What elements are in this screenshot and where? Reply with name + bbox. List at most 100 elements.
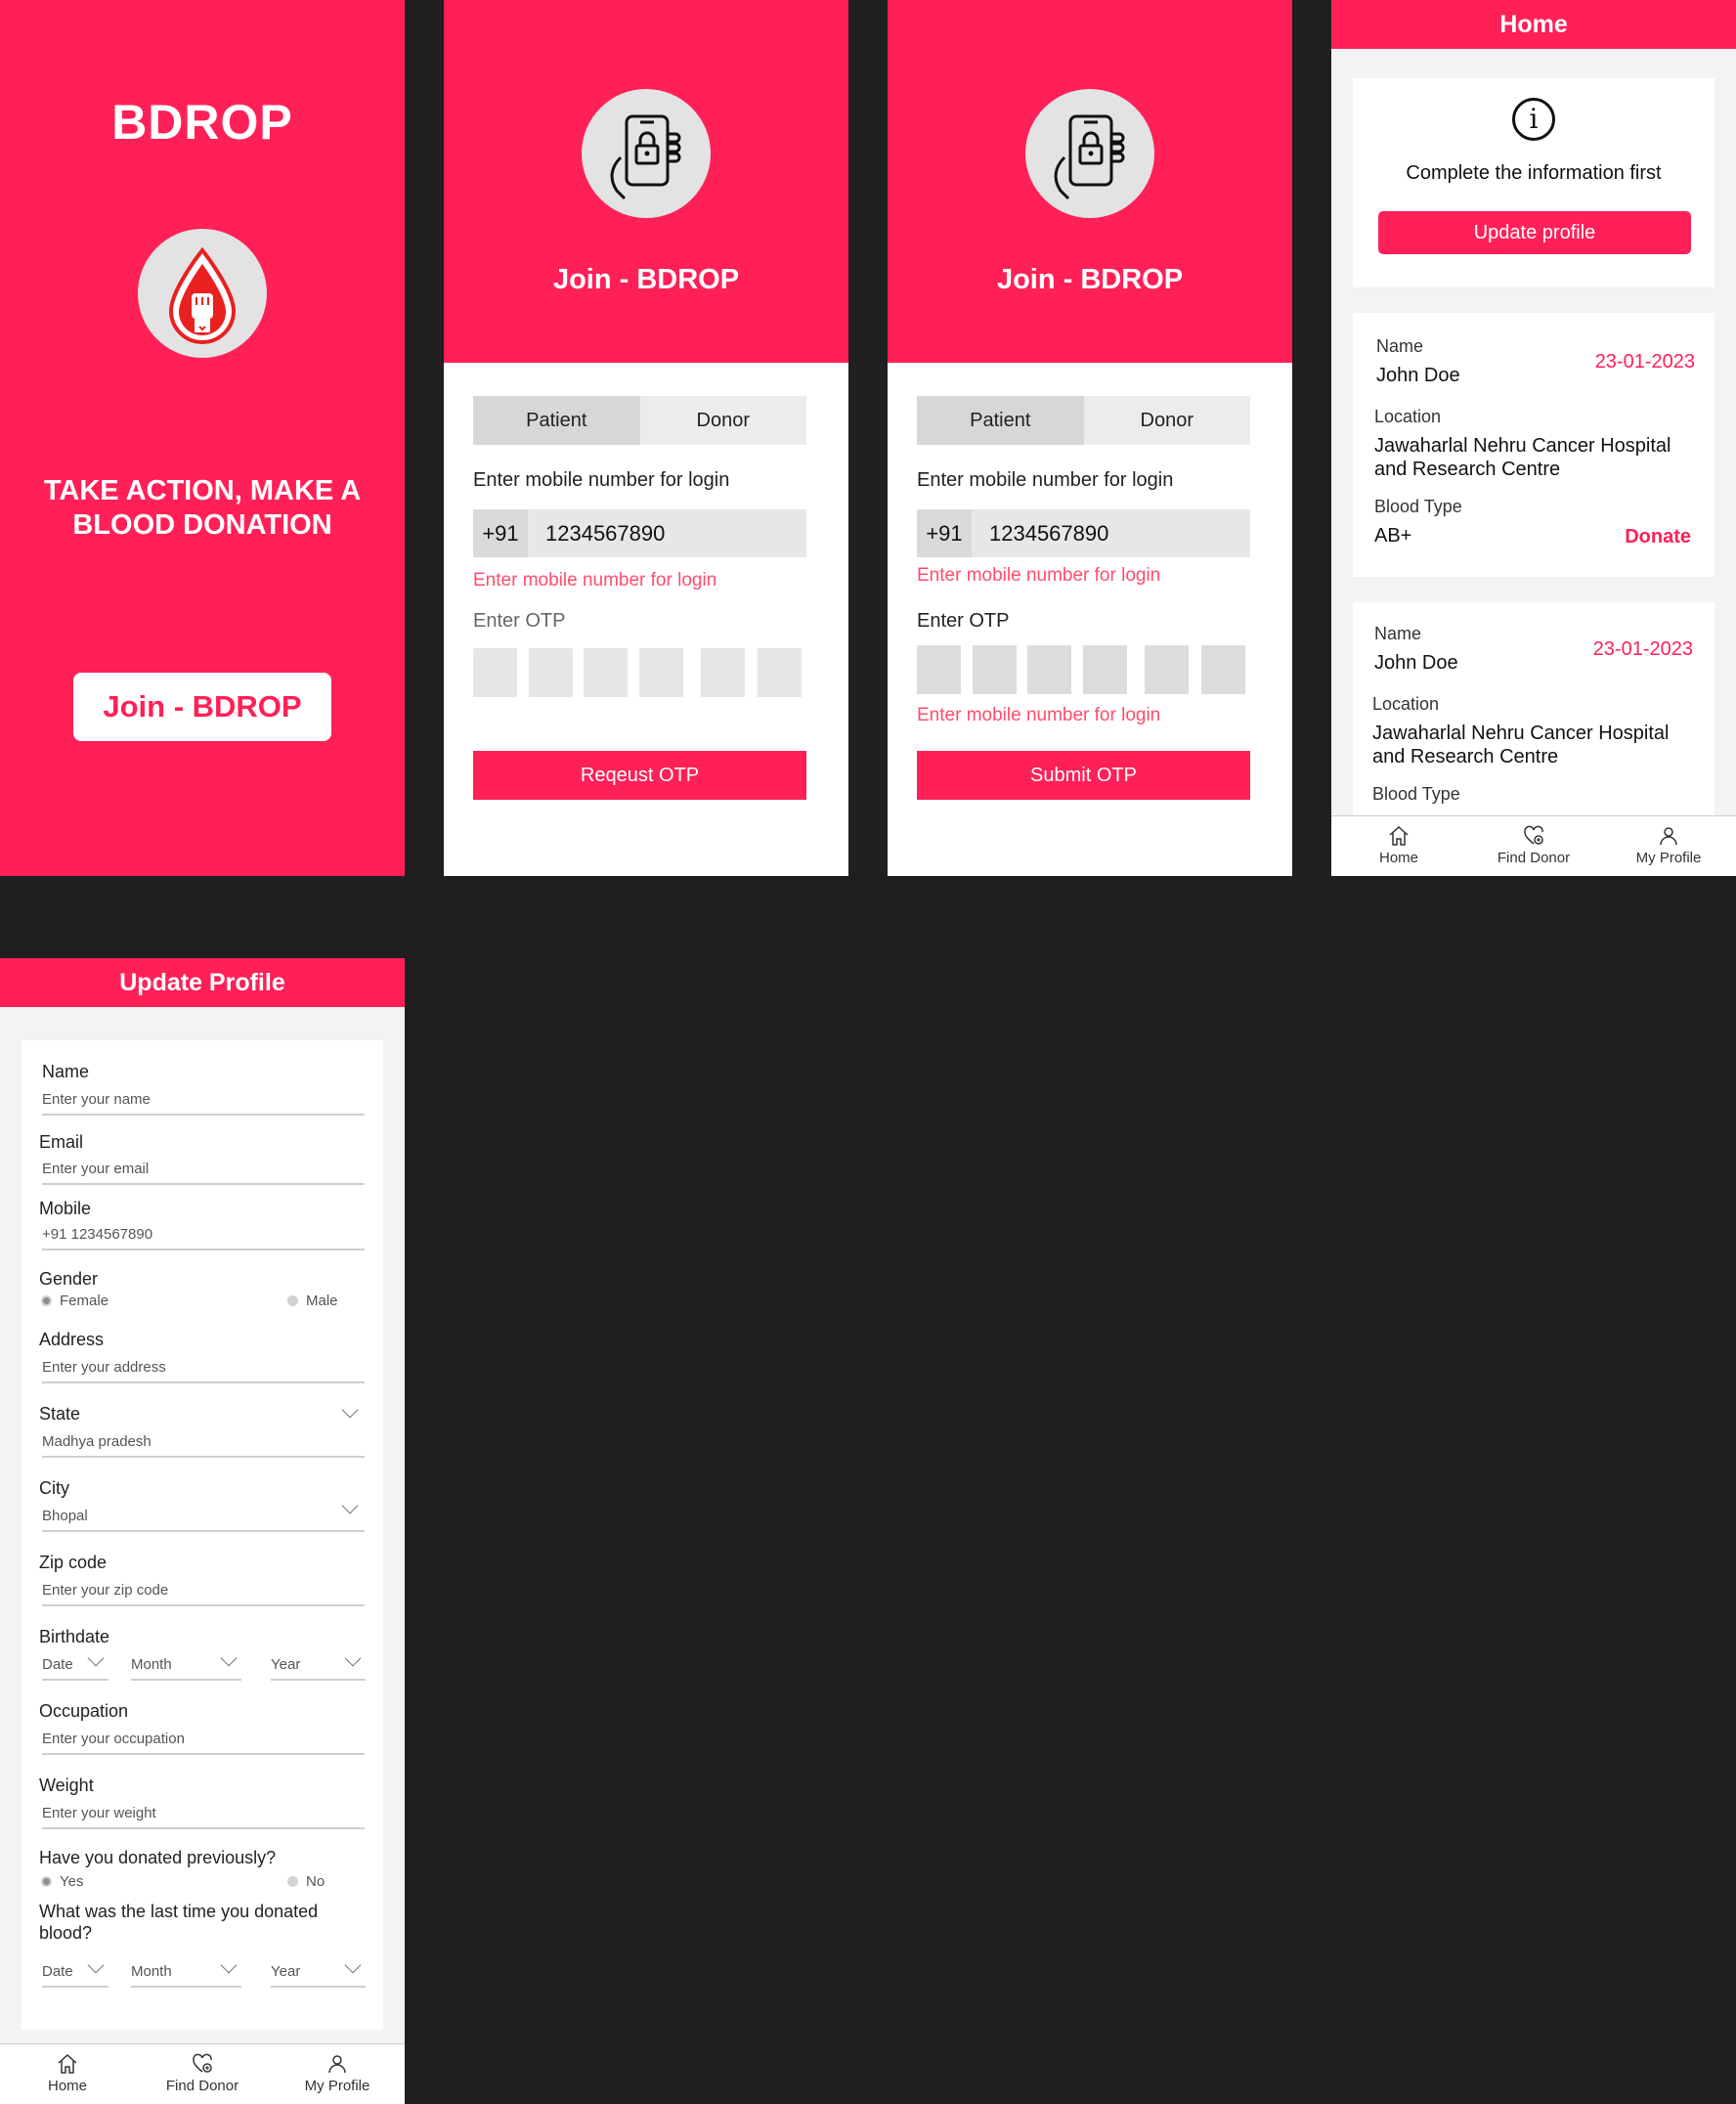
phone-lock-icon: [610, 114, 681, 200]
login-request-screen: Join - BDROP Patient Donor Enter mobile …: [444, 0, 848, 876]
email-field[interactable]: Enter your email: [42, 1161, 365, 1185]
otp-digit[interactable]: [1145, 645, 1189, 694]
location-label: Location: [1374, 407, 1442, 426]
role-tabs: Patient Donor: [917, 396, 1250, 445]
mobile-label: Enter mobile number for login: [473, 469, 730, 491]
find-donor-icon: [1524, 825, 1543, 845]
nav-my-profile-label: My Profile: [304, 2078, 370, 2094]
donated-no-radio[interactable]: No: [287, 1873, 325, 1890]
zip-field[interactable]: Enter your zip code: [42, 1582, 365, 1606]
gender-female-radio[interactable]: Female: [41, 1293, 108, 1309]
home-icon: [1389, 825, 1409, 846]
mobile-label: Enter mobile number for login: [917, 469, 1174, 491]
last-donated-question: What was the last time you donated blood…: [39, 1901, 318, 1944]
radio-unselected: [287, 1295, 298, 1306]
nav-home-label: Home: [1378, 850, 1418, 866]
mobile-field[interactable]: +91 1234567890: [917, 509, 1250, 557]
otp-digit[interactable]: [1201, 645, 1245, 694]
mobile-field[interactable]: +91 1234567890: [42, 1226, 365, 1250]
zip-label: Zip code: [39, 1553, 108, 1572]
state-label: State: [39, 1404, 81, 1424]
login-header: Join - BDROP: [888, 0, 1292, 363]
tab-donor[interactable]: Donor: [1083, 396, 1250, 445]
mobile-label: Mobile: [39, 1199, 92, 1218]
logo: [138, 229, 267, 358]
nav-home-label: Home: [47, 2078, 87, 2094]
otp-input-row: [473, 648, 808, 697]
profile-icon: [1660, 827, 1677, 846]
nav-find-donor[interactable]: Find Donor: [135, 2044, 270, 2104]
location-line-1: Jawaharlal Nehru Cancer Hospital: [1374, 435, 1671, 457]
otp-digit[interactable]: [639, 648, 683, 697]
mobile-error: Enter mobile number for login: [917, 565, 1161, 586]
location-label: Location: [1372, 694, 1440, 714]
login-header: Join - BDROP: [444, 0, 848, 363]
phone-lock-icon: [1054, 114, 1125, 200]
splash-screen: BDROP TAKE ACTION, MAKE A BLOOD DONATION…: [0, 0, 405, 876]
nav-my-profile[interactable]: My Profile: [1601, 816, 1736, 876]
donated-question: Have you donated previously?: [39, 1848, 277, 1867]
join-button[interactable]: Join - BDROP: [73, 673, 331, 741]
otp-error: Enter mobile number for login: [917, 705, 1161, 725]
tab-donor[interactable]: Donor: [639, 396, 806, 445]
yes-label: Yes: [60, 1873, 84, 1890]
otp-label: Enter OTP: [473, 610, 566, 632]
otp-digit[interactable]: [701, 648, 745, 697]
donate-button[interactable]: Donate: [1625, 526, 1691, 548]
bottom-nav: Home Find Donor My Profile: [1331, 815, 1736, 876]
location-line-1: Jawaharlal Nehru Cancer Hospital: [1372, 723, 1670, 744]
country-code: +91: [917, 509, 972, 557]
home-screen: Home i Complete the information first Up…: [1331, 0, 1736, 876]
country-code: +91: [473, 509, 528, 557]
otp-digit[interactable]: [1083, 645, 1127, 694]
request-card: Name John Doe 23-01-2023 Location Jawaha…: [1353, 313, 1714, 577]
otp-digit[interactable]: [973, 645, 1017, 694]
occupation-label: Occupation: [39, 1701, 129, 1721]
update-profile-button[interactable]: Update profile: [1378, 211, 1691, 254]
login-submit-screen: Join - BDROP Patient Donor Enter mobile …: [888, 0, 1292, 876]
mobile-value: 1234567890: [545, 520, 666, 546]
info-icon: i: [1512, 98, 1555, 141]
page-title: Update Profile: [0, 958, 405, 1007]
occupation-field[interactable]: Enter your occupation: [42, 1731, 365, 1755]
address-field[interactable]: Enter your address: [42, 1359, 365, 1383]
address-label: Address: [39, 1330, 105, 1349]
request-date: 23-01-2023: [1594, 351, 1695, 373]
brand-title: BDROP: [111, 95, 293, 150]
radio-selected: [41, 1876, 52, 1887]
otp-digit[interactable]: [917, 645, 961, 694]
donated-yes-radio[interactable]: Yes: [41, 1873, 83, 1890]
otp-digit[interactable]: [584, 648, 628, 697]
tab-patient[interactable]: Patient: [917, 396, 1084, 445]
nav-find-donor[interactable]: Find Donor: [1466, 816, 1601, 876]
otp-digit[interactable]: [529, 648, 573, 697]
tagline: TAKE ACTION, MAKE A BLOOD DONATION: [43, 475, 362, 541]
nav-my-profile-label: My Profile: [1635, 850, 1702, 866]
gender-male-radio[interactable]: Male: [287, 1293, 338, 1309]
weight-field[interactable]: Enter your weight: [42, 1805, 365, 1829]
gender-label: Gender: [39, 1269, 99, 1289]
tab-patient[interactable]: Patient: [473, 396, 640, 445]
page-title: Home: [1331, 0, 1736, 49]
request-name: John Doe: [1376, 365, 1460, 386]
blood-type-label: Blood Type: [1372, 784, 1460, 804]
city-select[interactable]: Bhopal: [42, 1508, 365, 1532]
nav-home[interactable]: Home: [0, 2044, 135, 2104]
notice-text: Complete the information first: [1406, 162, 1662, 184]
nav-home[interactable]: Home: [1331, 816, 1466, 876]
chevron-down-icon: [341, 1401, 359, 1419]
submit-otp-button[interactable]: Submit OTP: [917, 751, 1250, 800]
state-select[interactable]: Madhya pradesh: [42, 1433, 365, 1458]
mobile-value: 1234567890: [989, 520, 1109, 546]
nav-my-profile[interactable]: My Profile: [270, 2044, 405, 2104]
radio-unselected: [287, 1876, 298, 1887]
name-field[interactable]: Enter your name: [42, 1091, 365, 1116]
otp-digit[interactable]: [758, 648, 802, 697]
request-otp-button[interactable]: Reqeust OTP: [473, 751, 806, 800]
mobile-field[interactable]: +91 1234567890: [473, 509, 806, 557]
otp-digit[interactable]: [473, 648, 517, 697]
otp-digit[interactable]: [1027, 645, 1071, 694]
otp-input-row: [917, 645, 1252, 694]
profile-form: Name Enter your name Email Enter your em…: [22, 1040, 383, 2030]
female-label: Female: [60, 1293, 109, 1309]
